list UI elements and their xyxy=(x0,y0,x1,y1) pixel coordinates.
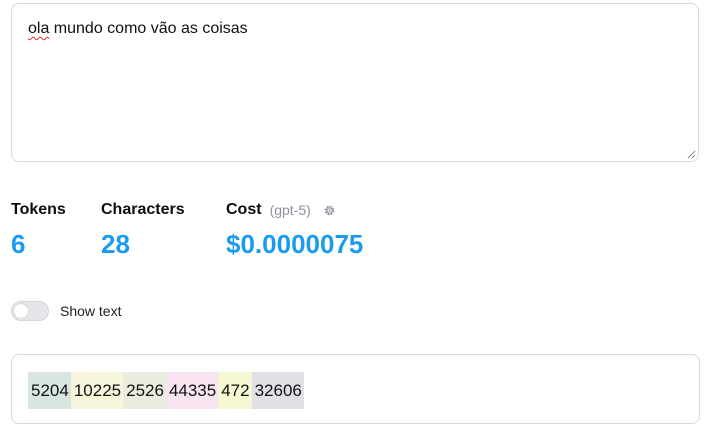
stat-tokens: Tokens 6 xyxy=(11,200,101,259)
token-ids-list: 5204 10225 2526 44335 472 32606 xyxy=(28,372,304,409)
stats-row: Tokens 6 Characters 28 Cost (gpt-5) $0.0… xyxy=(11,200,426,259)
stat-cost: Cost (gpt-5) $0.0000075 xyxy=(226,200,426,259)
input-text: ola mundo como vão as coisas xyxy=(28,19,248,39)
text-input-area[interactable]: ola mundo como vão as coisas xyxy=(11,3,699,162)
cost-value: $0.0000075 xyxy=(226,229,364,259)
tokens-count: 6 xyxy=(11,229,26,259)
input-text-rest: mundo como vão as coisas xyxy=(49,20,248,37)
show-text-label: Show text xyxy=(60,303,122,319)
cost-label: Cost xyxy=(226,201,262,218)
resize-handle-icon[interactable] xyxy=(687,150,696,159)
characters-label: Characters xyxy=(101,201,185,218)
toggle-knob xyxy=(14,304,28,318)
gear-icon[interactable] xyxy=(323,204,336,217)
tokens-label: Tokens xyxy=(11,201,66,218)
token-id-chip: 44335 xyxy=(165,372,219,409)
token-id-chip: 10225 xyxy=(70,372,124,409)
token-id-chip: 2526 xyxy=(123,372,166,409)
token-ids-box: 5204 10225 2526 44335 472 32606 xyxy=(11,354,700,424)
token-id-chip: 32606 xyxy=(251,372,304,409)
token-id-chip: 472 xyxy=(218,372,252,409)
stat-characters: Characters 28 xyxy=(101,200,226,259)
misspelled-word: ola xyxy=(28,20,50,37)
token-id-chip: 5204 xyxy=(28,372,71,409)
tokenizer-page: ola mundo como vão as coisas Tokens 6 Ch… xyxy=(0,0,718,433)
characters-count: 28 xyxy=(101,229,130,259)
show-text-toggle[interactable] xyxy=(11,301,49,321)
cost-model: (gpt-5) xyxy=(269,202,311,218)
show-text-toggle-row: Show text xyxy=(11,301,121,321)
cost-header: Cost (gpt-5) xyxy=(226,200,426,220)
